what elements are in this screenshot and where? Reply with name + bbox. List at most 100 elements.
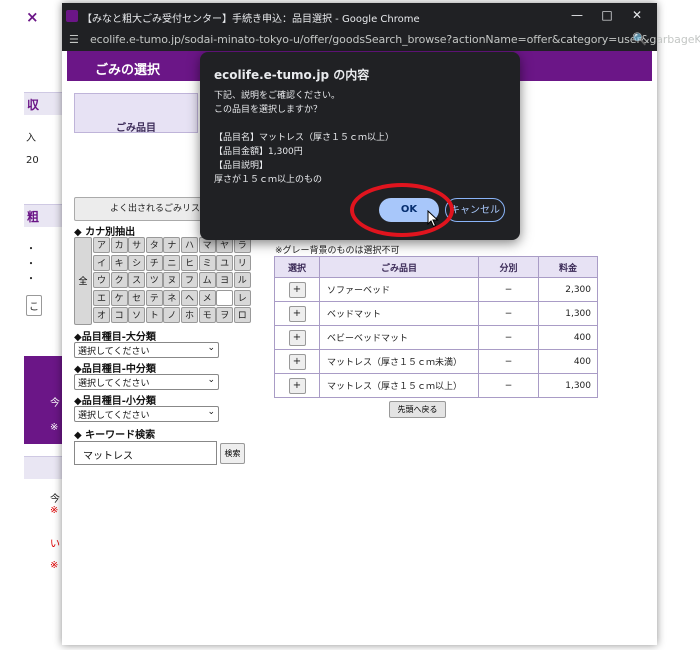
- keyword-input[interactable]: マットレス: [74, 441, 217, 465]
- background-button: こ: [26, 295, 42, 316]
- kana-key[interactable]: イ: [93, 254, 110, 271]
- dialog-title: ecolife.e-tumo.jp の内容: [214, 68, 370, 82]
- item-fee-cell: 2,300: [538, 277, 598, 302]
- minimize-icon[interactable]: —: [568, 7, 586, 23]
- kana-key[interactable]: ム: [198, 272, 216, 289]
- kana-key[interactable]: ハ: [181, 237, 198, 253]
- category-box: ごみ品目: [74, 93, 198, 134]
- item-fee-cell: 400: [538, 349, 598, 374]
- kana-key[interactable]: シ: [128, 254, 146, 271]
- add-item-button[interactable]: +: [288, 305, 306, 322]
- background-heading: 粗: [27, 210, 40, 224]
- kana-key[interactable]: テ: [145, 289, 163, 306]
- kana-key[interactable]: ナ: [163, 237, 181, 253]
- kana-key[interactable]: セ: [128, 289, 146, 306]
- search-button[interactable]: 検索: [220, 443, 245, 464]
- section-title: ごみの選択: [95, 63, 161, 78]
- cancel-button[interactable]: キャンセル: [445, 198, 505, 222]
- background-section-header: [24, 456, 62, 479]
- background-text: ※: [50, 505, 59, 516]
- item-fee-cell: 1,300: [538, 301, 598, 326]
- mouse-cursor-icon: [427, 210, 439, 228]
- kana-key[interactable]: ス: [128, 272, 146, 289]
- gray-note: ※グレー背景のものは選択不可: [275, 246, 400, 256]
- mid-category-select[interactable]: 選択してください ⌄: [74, 374, 219, 390]
- kana-key[interactable]: タ: [145, 237, 163, 253]
- kana-key[interactable]: ヘ: [181, 289, 198, 306]
- background-text: ・: [26, 274, 36, 285]
- background-text: ・: [26, 259, 36, 270]
- small-category-select[interactable]: 選択してください ⌄: [74, 406, 219, 422]
- maximize-icon[interactable]: □: [598, 7, 616, 23]
- chevron-down-icon: ⌄: [207, 375, 215, 385]
- table-row: + マットレス（厚さ１５ｃｍ未満） −400: [274, 349, 598, 374]
- large-category-select-value: 選択してください: [78, 347, 150, 357]
- kana-key[interactable]: レ: [233, 289, 251, 306]
- kana-key[interactable]: リ: [233, 254, 251, 271]
- kana-key[interactable]: ク: [110, 272, 128, 289]
- kana-key[interactable]: フ: [181, 272, 198, 289]
- background-text: 入: [26, 133, 36, 144]
- kana-key[interactable]: ウ: [93, 272, 110, 289]
- kana-key[interactable]: カ: [110, 237, 128, 253]
- item-fee-cell: 1,300: [538, 373, 598, 398]
- background-text: ※: [50, 560, 59, 571]
- mid-category-select-value: 選択してください: [78, 379, 150, 389]
- background-text: ※: [50, 422, 59, 433]
- kana-key[interactable]: ニ: [163, 254, 181, 271]
- window-title: 【みなと粗大ごみ受付センター】手続き申込：品目選択 - Google Chrom…: [82, 14, 420, 25]
- address-bar[interactable]: ☰ ecolife.e-tumo.jp/sodai-minato-tokyo-u…: [62, 29, 700, 51]
- kana-key[interactable]: サ: [128, 237, 146, 253]
- address-url[interactable]: ecolife.e-tumo.jp/sodai-minato-tokyo-u/o…: [90, 33, 700, 46]
- kana-key[interactable]: オ: [93, 307, 110, 324]
- close-icon[interactable]: ✕: [628, 7, 646, 23]
- kana-key[interactable]: キ: [110, 254, 128, 271]
- col-header-fee: 料金: [538, 256, 598, 278]
- item-name-cell: マットレス（厚さ１５ｃｍ未満）: [319, 349, 479, 374]
- kana-key[interactable]: ヒ: [181, 254, 198, 271]
- kana-key[interactable]: メ: [198, 289, 216, 306]
- kana-key[interactable]: ア: [93, 237, 110, 253]
- background-text: 20: [26, 155, 39, 166]
- kana-key[interactable]: ツ: [145, 272, 163, 289]
- site-logo-icon: [66, 10, 78, 22]
- col-header-class: 分別: [478, 256, 539, 278]
- back-to-top-button[interactable]: 先頭へ戻る: [389, 401, 446, 418]
- kana-key[interactable]: ヌ: [163, 272, 181, 289]
- kana-key[interactable]: ト: [145, 307, 163, 324]
- add-item-button[interactable]: +: [288, 353, 306, 370]
- kana-key[interactable]: ユ: [216, 254, 234, 271]
- background-heading: 収: [27, 98, 40, 112]
- add-item-button[interactable]: +: [288, 281, 306, 298]
- kana-key[interactable]: チ: [145, 254, 163, 271]
- kana-key[interactable]: ソ: [128, 307, 146, 324]
- zoom-icon[interactable]: 🔍: [632, 32, 647, 46]
- kana-key[interactable]: エ: [93, 289, 110, 306]
- item-class-cell: −: [478, 301, 539, 326]
- add-item-button[interactable]: +: [288, 329, 306, 346]
- kana-key[interactable]: モ: [198, 307, 216, 324]
- kana-key[interactable]: ケ: [110, 289, 128, 306]
- small-category-select-value: 選択してください: [78, 411, 150, 421]
- chevron-down-icon: ⌄: [207, 343, 215, 353]
- kana-key[interactable]: ネ: [163, 289, 181, 306]
- background-text: 今: [50, 398, 60, 409]
- item-name-cell: ベビーベッドマット: [319, 325, 479, 350]
- kana-key[interactable]: ノ: [163, 307, 181, 324]
- dialog-line: 下記、説明をご確認ください。: [214, 91, 341, 101]
- kana-key[interactable]: ホ: [181, 307, 198, 324]
- kana-key[interactable]: ル: [233, 272, 251, 289]
- kana-key[interactable]: コ: [110, 307, 128, 324]
- kana-all-button[interactable]: 全: [74, 237, 92, 325]
- kana-key[interactable]: ヲ: [216, 307, 234, 324]
- large-category-select[interactable]: 選択してください ⌄: [74, 342, 219, 358]
- background-text: い: [50, 539, 60, 550]
- item-name-cell: ソファーベッド: [319, 277, 479, 302]
- table-row: + ベビーベッドマット −400: [274, 325, 598, 350]
- kana-key[interactable]: ロ: [233, 307, 251, 324]
- site-info-icon[interactable]: ☰: [69, 33, 83, 47]
- kana-key[interactable]: ヨ: [216, 272, 234, 289]
- kana-key[interactable]: ミ: [198, 254, 216, 271]
- add-item-button[interactable]: +: [288, 377, 306, 394]
- item-name-cell: マットレス（厚さ１５ｃｍ以上）: [319, 373, 479, 398]
